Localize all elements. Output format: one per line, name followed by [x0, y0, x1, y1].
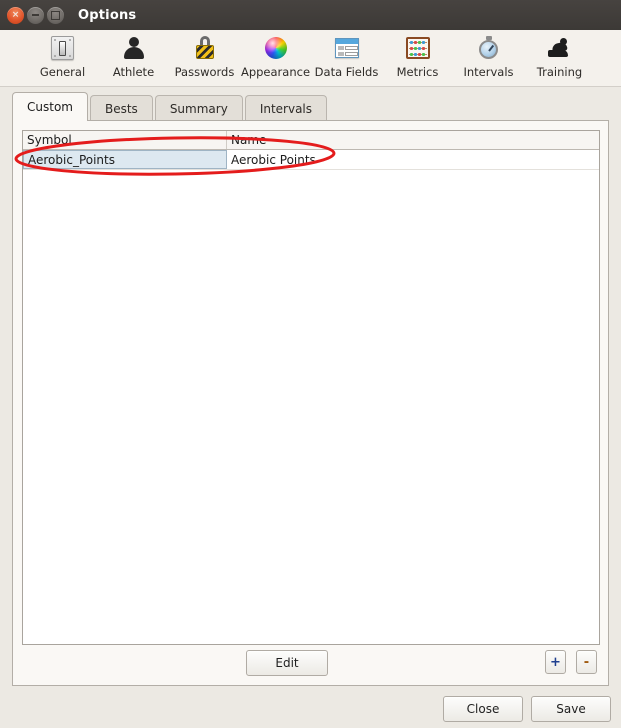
save-button[interactable]: Save [531, 696, 611, 722]
custom-metrics-table[interactable]: Symbol Name Aerobic_Points Aerobic Point… [22, 130, 600, 645]
remove-button[interactable]: - [576, 650, 597, 674]
cell-symbol[interactable]: Aerobic_Points [23, 150, 227, 169]
toolbar-item-metrics[interactable]: Metrics [382, 30, 453, 79]
tab-bar: Custom Bests Summary Intervals [0, 88, 621, 121]
person-icon [119, 33, 149, 63]
toolbar-label-training: Training [536, 65, 583, 79]
abacus-icon [403, 33, 433, 63]
exercise-person-icon [545, 33, 575, 63]
toolbar-label-intervals: Intervals [463, 65, 514, 79]
tab-summary[interactable]: Summary [154, 95, 243, 121]
tab-bests[interactable]: Bests [89, 95, 153, 121]
settings-toolbar: General Athlete Passwords Appearance Dat… [0, 30, 621, 87]
toolbar-item-passwords[interactable]: Passwords [169, 30, 240, 79]
close-window-button[interactable]: × [7, 6, 24, 24]
column-header-name[interactable]: Name [227, 131, 599, 149]
toolbar-label-athlete: Athlete [112, 65, 155, 79]
window-title: Options [78, 7, 137, 23]
maximize-window-button[interactable] [47, 6, 64, 24]
padlock-icon [190, 33, 220, 63]
toolbar-label-passwords: Passwords [174, 65, 235, 79]
table-header-row: Symbol Name [23, 131, 599, 150]
close-button[interactable]: Close [443, 696, 523, 722]
table-row[interactable]: Aerobic_Points Aerobic Points [23, 150, 599, 170]
tab-custom[interactable]: Custom [12, 92, 88, 121]
toolbar-item-athlete[interactable]: Athlete [98, 30, 169, 79]
dialog-footer: Close Save [0, 690, 621, 728]
window-titlebar: × Options [0, 0, 621, 30]
toolbar-item-training[interactable]: Training [524, 30, 595, 79]
toolbar-item-appearance[interactable]: Appearance [240, 30, 311, 79]
column-header-symbol[interactable]: Symbol [23, 131, 227, 149]
panel-button-row: Edit + - [13, 650, 608, 676]
add-button[interactable]: + [545, 650, 566, 674]
tab-intervals[interactable]: Intervals [244, 95, 328, 121]
close-icon: × [11, 9, 20, 20]
custom-tab-panel: Symbol Name Aerobic_Points Aerobic Point… [12, 120, 609, 686]
toolbar-item-general[interactable]: General [27, 30, 98, 79]
light-switch-icon [48, 33, 78, 63]
minimize-icon [27, 7, 44, 24]
stopwatch-icon [474, 33, 504, 63]
maximize-icon [47, 7, 64, 24]
toolbar-label-appearance: Appearance [240, 65, 311, 79]
toolbar-label-general: General [39, 65, 86, 79]
edit-button[interactable]: Edit [246, 650, 328, 676]
form-window-icon [332, 33, 362, 63]
toolbar-label-metrics: Metrics [396, 65, 439, 79]
minimize-window-button[interactable] [27, 6, 44, 24]
cell-name[interactable]: Aerobic Points [227, 150, 599, 169]
window-controls: × [7, 6, 64, 24]
toolbar-item-intervals[interactable]: Intervals [453, 30, 524, 79]
color-wheel-icon [261, 33, 291, 63]
toolbar-label-data-fields: Data Fields [314, 65, 379, 79]
toolbar-item-data-fields[interactable]: Data Fields [311, 30, 382, 79]
